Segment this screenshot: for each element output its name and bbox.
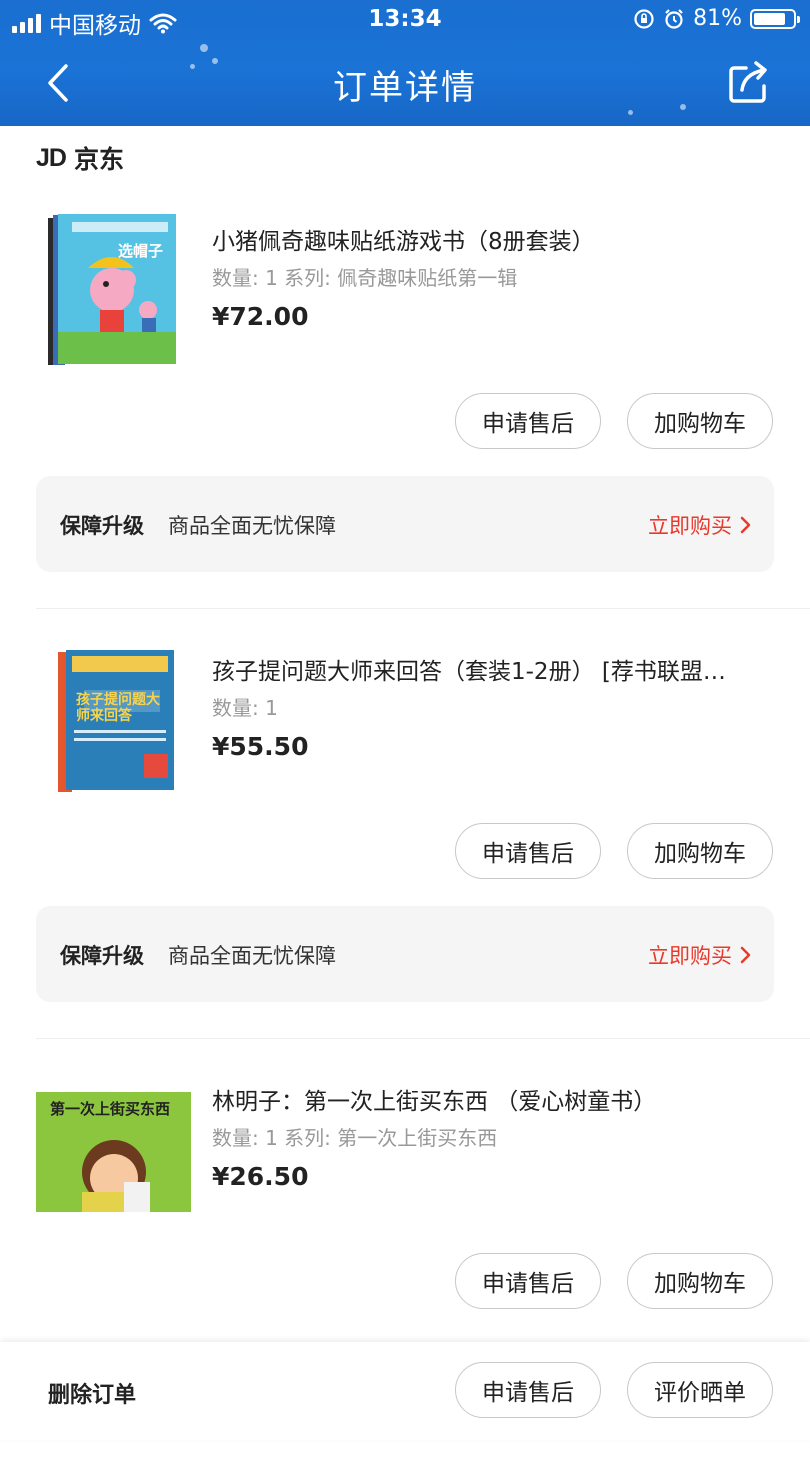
add-to-cart-button[interactable]: 加购物车 — [627, 1253, 773, 1309]
buy-now-label: 立即购买 — [648, 514, 732, 538]
product-meta: 数量: 1 系列: 佩奇趣味贴纸第一辑 — [212, 266, 518, 290]
buy-now-link[interactable]: 立即购买 — [648, 940, 752, 970]
buy-now-label: 立即购买 — [648, 944, 732, 968]
alarm-icon — [665, 8, 683, 29]
header: 中国移动 13:34 81% 订单详情 — [0, 0, 810, 126]
product-title[interactable]: 林明子：第一次上街买东西 （爱心树童书） — [212, 1082, 772, 1116]
review-button[interactable]: 评价晒单 — [627, 1362, 773, 1418]
product-image[interactable]: 孩子提问题大师来回答 — [36, 642, 191, 797]
order-item: 选帽子 小猪佩奇趣味贴纸游戏书（8册套装） 数量: 1 系列: 佩奇趣味贴纸第一… — [0, 190, 810, 620]
footer-bar: 删除订单 申请售后 评价晒单 — [0, 1342, 810, 1440]
status-right: 81% — [633, 6, 800, 31]
add-to-cart-button[interactable]: 加购物车 — [627, 393, 773, 449]
aftersale-button[interactable]: 申请售后 — [455, 1253, 601, 1309]
guarantee-desc: 商品全面无忧保障 — [168, 944, 336, 968]
footer-aftersale-button[interactable]: 申请售后 — [455, 1362, 601, 1418]
page-title: 订单详情 — [333, 68, 477, 108]
product-price: ¥72.00 — [212, 302, 309, 331]
product-meta: 数量: 1 系列: 第一次上街买东西 — [212, 1126, 498, 1150]
status-bar: 中国移动 13:34 81% — [0, 0, 810, 40]
product-image[interactable]: 第一次上街买东西 — [36, 1074, 191, 1229]
guarantee-desc: 商品全面无忧保障 — [168, 514, 336, 538]
shop-header[interactable]: JD 京东 — [36, 140, 124, 176]
cover-text: 孩子提问题大师来回答 — [76, 692, 160, 724]
guarantee-title: 保障升级 — [60, 944, 144, 968]
product-price: ¥55.50 — [212, 732, 309, 761]
product-title[interactable]: 小猪佩奇趣味贴纸游戏书（8册套装） — [212, 222, 772, 256]
orientation-lock-icon — [634, 8, 654, 29]
product-title[interactable]: 孩子提问题大师来回答（套装1-2册） [荐书联盟… — [212, 652, 772, 686]
aftersale-button[interactable]: 申请售后 — [455, 823, 601, 879]
nav-bar: 订单详情 — [0, 44, 810, 124]
chevron-right-icon — [740, 946, 751, 964]
book-cover-peppa — [36, 210, 191, 368]
cover-text: 选帽子 — [118, 242, 164, 260]
divider — [36, 1038, 810, 1039]
buy-now-link[interactable]: 立即购买 — [648, 510, 752, 540]
battery-percent: 81% — [693, 6, 742, 31]
order-item: 孩子提问题大师来回答 孩子提问题大师来回答（套装1-2册） [荐书联盟… 数量:… — [0, 620, 810, 1050]
guarantee-title: 保障升级 — [60, 514, 144, 538]
shop-name: 京东 — [73, 145, 124, 174]
cover-text: 第一次上街买东西 — [50, 1100, 171, 1118]
jd-logo: JD — [36, 143, 67, 172]
delete-order-button[interactable]: 删除订单 — [48, 1377, 136, 1409]
guarantee-banner[interactable]: 保障升级 商品全面无忧保障 立即购买 — [36, 906, 774, 1002]
add-to-cart-button[interactable]: 加购物车 — [627, 823, 773, 879]
product-image[interactable]: 选帽子 — [36, 210, 191, 368]
aftersale-button[interactable]: 申请售后 — [455, 393, 601, 449]
product-price: ¥26.50 — [212, 1162, 309, 1191]
chevron-right-icon — [740, 516, 751, 534]
share-button[interactable] — [724, 58, 774, 108]
battery-icon — [750, 8, 800, 29]
divider — [36, 608, 810, 609]
battery-fill — [754, 12, 785, 25]
guarantee-banner[interactable]: 保障升级 商品全面无忧保障 立即购买 — [36, 476, 774, 572]
product-meta: 数量: 1 — [212, 696, 278, 720]
share-icon — [729, 61, 767, 103]
